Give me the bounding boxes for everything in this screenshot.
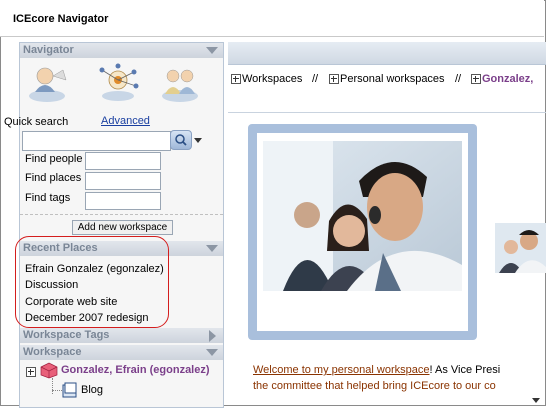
find-places-input[interactable] xyxy=(85,172,161,190)
expand-icon[interactable] xyxy=(231,74,241,85)
tree-line xyxy=(52,390,62,391)
navigator-header-label: Navigator xyxy=(23,44,74,56)
workspace-tags-header[interactable]: Workspace Tags xyxy=(20,328,223,343)
title-bar: ICEcore Navigator xyxy=(0,0,544,36)
quick-search-label: Quick search xyxy=(4,116,69,128)
divider xyxy=(20,214,223,215)
scroll-down-icon[interactable] xyxy=(532,398,540,403)
breadcrumb-personal-workspaces[interactable]: Personal workspaces xyxy=(329,73,445,85)
profile-photo xyxy=(263,141,462,291)
welcome-link[interactable]: Welcome to my personal workspace xyxy=(253,364,429,376)
welcome-paragraph-line2: the committee that helped bring ICEcore … xyxy=(253,380,496,392)
quick-search-input[interactable] xyxy=(22,131,171,151)
collapse-icon[interactable] xyxy=(206,245,218,252)
advanced-search-link[interactable]: Advanced xyxy=(101,115,150,127)
breadcrumb-separator: // xyxy=(455,73,462,85)
workspace-icon xyxy=(40,362,58,379)
expand-icon[interactable] xyxy=(209,330,216,342)
workspace-tags-header-label: Workspace Tags xyxy=(23,329,110,341)
collapse-icon[interactable] xyxy=(206,349,218,356)
find-people-input[interactable] xyxy=(85,152,161,170)
breadcrumb-current[interactable]: Gonzalez, xyxy=(471,73,533,85)
workspace-root-label[interactable]: Gonzalez, Efrain (egonzalez) xyxy=(61,364,210,376)
find-tags-label: Find tags xyxy=(25,192,71,204)
content-divider xyxy=(228,112,546,113)
welcome-paragraph-line1: Welcome to my personal workspace! As Vic… xyxy=(253,364,501,376)
tree-toggle[interactable] xyxy=(26,366,37,378)
workspace-child-blog[interactable]: Blog xyxy=(81,384,103,396)
people-icon[interactable] xyxy=(158,62,202,104)
expand-icon[interactable] xyxy=(329,74,339,85)
find-tags-input[interactable] xyxy=(85,192,161,210)
window-title: ICEcore Navigator xyxy=(13,13,109,25)
expand-icon[interactable] xyxy=(471,74,481,85)
collapse-icon[interactable] xyxy=(206,47,218,54)
tree-line xyxy=(52,378,53,394)
search-options-icon[interactable] xyxy=(194,138,202,143)
add-workspace-button[interactable]: Add new workspace xyxy=(72,220,173,235)
annotation-oval xyxy=(15,236,169,328)
navigator-header[interactable]: Navigator xyxy=(20,43,223,58)
myspace-icon[interactable] xyxy=(25,62,69,104)
find-people-label: Find people xyxy=(25,153,83,165)
breadcrumb-workspaces[interactable]: Workspaces xyxy=(231,73,302,85)
network-icon[interactable] xyxy=(96,62,140,104)
title-divider xyxy=(0,36,544,37)
search-icon xyxy=(175,134,187,146)
thumbnail-photo[interactable] xyxy=(495,223,546,273)
workspace-header[interactable]: Workspace xyxy=(20,345,223,360)
content-header-bar xyxy=(228,42,546,65)
collapse-tree-icon[interactable] xyxy=(26,367,36,378)
blog-icon xyxy=(62,382,77,398)
workspace-header-label: Workspace xyxy=(23,346,82,358)
breadcrumb-separator: // xyxy=(312,73,319,85)
search-button[interactable] xyxy=(170,130,192,150)
find-places-label: Find places xyxy=(25,172,82,184)
